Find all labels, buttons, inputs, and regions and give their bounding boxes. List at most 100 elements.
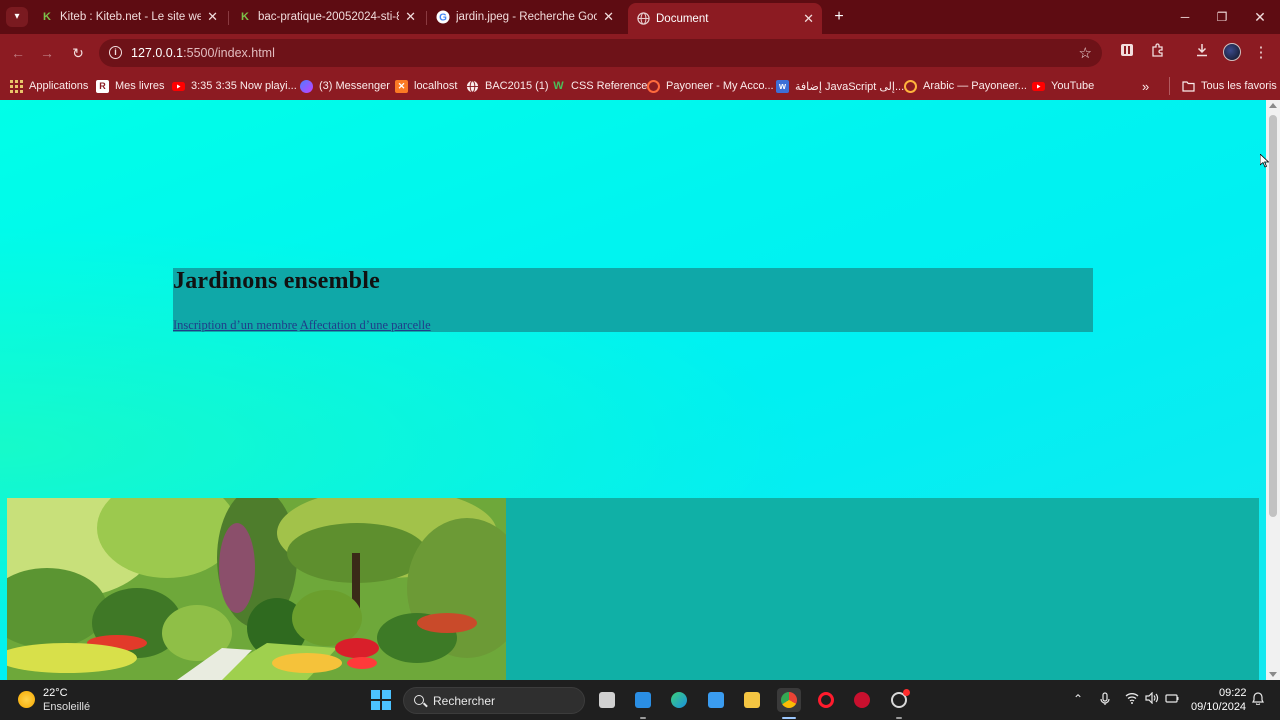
tab-kiteb[interactable]: K Kiteb : Kiteb.net - Le site web é ✕: [32, 4, 226, 30]
bookmark-star-icon[interactable]: ☆: [1079, 44, 1092, 62]
scrollbar-thumb[interactable]: [1269, 115, 1277, 517]
bookmark-messenger[interactable]: (3) Messenger: [300, 77, 390, 95]
vscode-icon[interactable]: [631, 688, 655, 712]
bookmark-label: Arabic — Payoneer...: [923, 80, 1027, 92]
link-affectation-parcelle[interactable]: Affectation d’une parcelle: [300, 318, 431, 332]
bookmark-localhost[interactable]: ✕ localhost: [395, 77, 457, 95]
apps-grid-icon: [10, 79, 23, 93]
bookmark-css-reference[interactable]: W CSS Reference: [552, 77, 647, 95]
restore-icon[interactable]: ❐: [1207, 5, 1237, 29]
edge-icon[interactable]: [667, 688, 691, 712]
bookmark-label: (3) Messenger: [319, 80, 390, 92]
clock-date[interactable]: 09/10/2024: [1191, 701, 1246, 713]
bookmark-label: Mes livres: [115, 80, 165, 92]
tab-google-search[interactable]: G jardin.jpeg - Recherche Google ✕: [428, 4, 622, 30]
more-menu-icon[interactable]: ⋮: [1250, 42, 1272, 64]
weather-description[interactable]: Ensoleillé: [43, 701, 90, 713]
minimize-icon[interactable]: ─: [1170, 5, 1200, 29]
site-info-icon[interactable]: i: [109, 46, 122, 59]
payoneer-icon: [904, 79, 917, 93]
globe-icon: [636, 12, 650, 26]
notification-icon[interactable]: [1252, 692, 1264, 708]
bookmark-payoneer[interactable]: Payoneer - My Acco...: [647, 77, 774, 95]
search-icon: [414, 695, 424, 705]
tab-search-button[interactable]: ▾: [6, 7, 28, 27]
windows-taskbar: 22°C Ensoleillé Rechercher ⌃ 09:22 09/10…: [0, 680, 1280, 720]
url-text[interactable]: 127.0.0.1:5500/index.html: [131, 46, 275, 60]
bookmarks-overflow-icon[interactable]: »: [1142, 77, 1149, 95]
close-icon[interactable]: ✕: [405, 9, 416, 25]
taskbar-search[interactable]: Rechercher: [403, 687, 585, 714]
content-section: [7, 498, 1259, 680]
volume-icon[interactable]: [1145, 691, 1159, 707]
sun-icon[interactable]: [18, 691, 35, 708]
extension-reader-icon[interactable]: [1116, 42, 1138, 64]
weather-temperature[interactable]: 22°C: [43, 687, 68, 699]
reload-icon[interactable]: ↻: [67, 42, 89, 64]
tab-title: Kiteb : Kiteb.net - Le site web é: [60, 11, 202, 23]
bookmark-applications[interactable]: Applications: [10, 77, 88, 95]
scroll-down-icon[interactable]: [1269, 672, 1277, 677]
bookmark-mes-livres[interactable]: R Mes livres: [96, 77, 165, 95]
youtube-icon: [172, 80, 185, 93]
opera-icon[interactable]: [814, 688, 838, 712]
mouse-cursor-icon: [1260, 154, 1269, 168]
w3-icon: w: [776, 79, 789, 93]
new-tab-button[interactable]: +: [830, 7, 848, 27]
back-arrow-icon[interactable]: ←: [7, 42, 29, 64]
bookmarks-bar: Applications R Mes livres 3:35 3:35 Now p…: [0, 72, 1280, 100]
google-icon: G: [436, 10, 450, 24]
page-header: Jardinons ensemble Inscription d’un memb…: [173, 268, 1093, 332]
scroll-up-icon[interactable]: [1269, 103, 1277, 108]
bookmark-label: CSS Reference: [571, 80, 648, 92]
bookmark-bac2015[interactable]: BAC2015 (1): [466, 77, 549, 95]
browser-toolbar: ← → ↻ i 127.0.0.1:5500/index.html ☆ ⋮: [0, 34, 1280, 72]
extensions-puzzle-icon[interactable]: [1147, 42, 1169, 64]
bookmark-label: إضافة JavaScript إلى...: [795, 80, 905, 93]
battery-icon[interactable]: [1165, 692, 1179, 707]
microphone-icon[interactable]: [1100, 692, 1110, 709]
forward-arrow-icon[interactable]: →: [36, 42, 58, 64]
bookmark-now-playing[interactable]: 3:35 3:35 Now playi...: [172, 77, 297, 95]
profile-avatar[interactable]: [1223, 43, 1241, 61]
app-notification-icon[interactable]: [887, 688, 911, 712]
tray-overflow-icon[interactable]: ⌃: [1073, 692, 1083, 706]
clock-time[interactable]: 09:22: [1219, 687, 1247, 699]
wifi-icon[interactable]: [1125, 692, 1139, 707]
book-icon: R: [96, 79, 109, 93]
tab-title: Document: [656, 12, 709, 25]
tab-divider: [228, 11, 229, 25]
app-red-icon[interactable]: [850, 688, 874, 712]
close-icon[interactable]: ✕: [803, 11, 814, 27]
all-bookmarks-folder[interactable]: Tous les favoris: [1169, 77, 1277, 95]
mail-icon[interactable]: [704, 688, 728, 712]
search-placeholder: Rechercher: [433, 694, 496, 708]
address-bar[interactable]: i 127.0.0.1:5500/index.html ☆: [99, 39, 1102, 67]
globe-icon: [466, 79, 479, 93]
close-icon[interactable]: ✕: [603, 9, 614, 25]
tab-document[interactable]: Document ✕: [628, 3, 822, 34]
bookmark-label: Payoneer - My Acco...: [666, 80, 774, 92]
download-icon[interactable]: [1191, 42, 1213, 64]
kiteb-icon: K: [241, 11, 249, 23]
tab-bac-pratique[interactable]: K bac-pratique-20052024-sti-8h3 ✕: [230, 4, 424, 30]
url-path: :5500/index.html: [183, 46, 275, 60]
running-indicator: [640, 717, 646, 719]
active-indicator: [782, 717, 796, 719]
bookmark-youtube[interactable]: YouTube: [1032, 77, 1094, 95]
window-close-icon[interactable]: ✕: [1245, 5, 1275, 29]
close-icon[interactable]: ✕: [207, 9, 218, 25]
file-explorer-icon[interactable]: [740, 688, 764, 712]
bookmark-label: BAC2015 (1): [485, 80, 549, 92]
svg-text:G: G: [439, 13, 447, 24]
bookmark-javascript[interactable]: w إضافة JavaScript إلى...: [776, 77, 904, 95]
chrome-icon[interactable]: [777, 688, 801, 712]
page-scrollbar[interactable]: [1266, 100, 1280, 680]
bookmark-label: YouTube: [1051, 80, 1095, 92]
bookmark-arabic-payoneer[interactable]: Arabic — Payoneer...: [904, 77, 1027, 95]
windows-start-icon[interactable]: [371, 690, 391, 710]
task-view-icon[interactable]: [595, 688, 619, 712]
payoneer-icon: [647, 79, 660, 93]
css-ref-icon: W: [553, 79, 564, 92]
link-inscription-membre[interactable]: Inscription d’un membre: [173, 318, 297, 332]
